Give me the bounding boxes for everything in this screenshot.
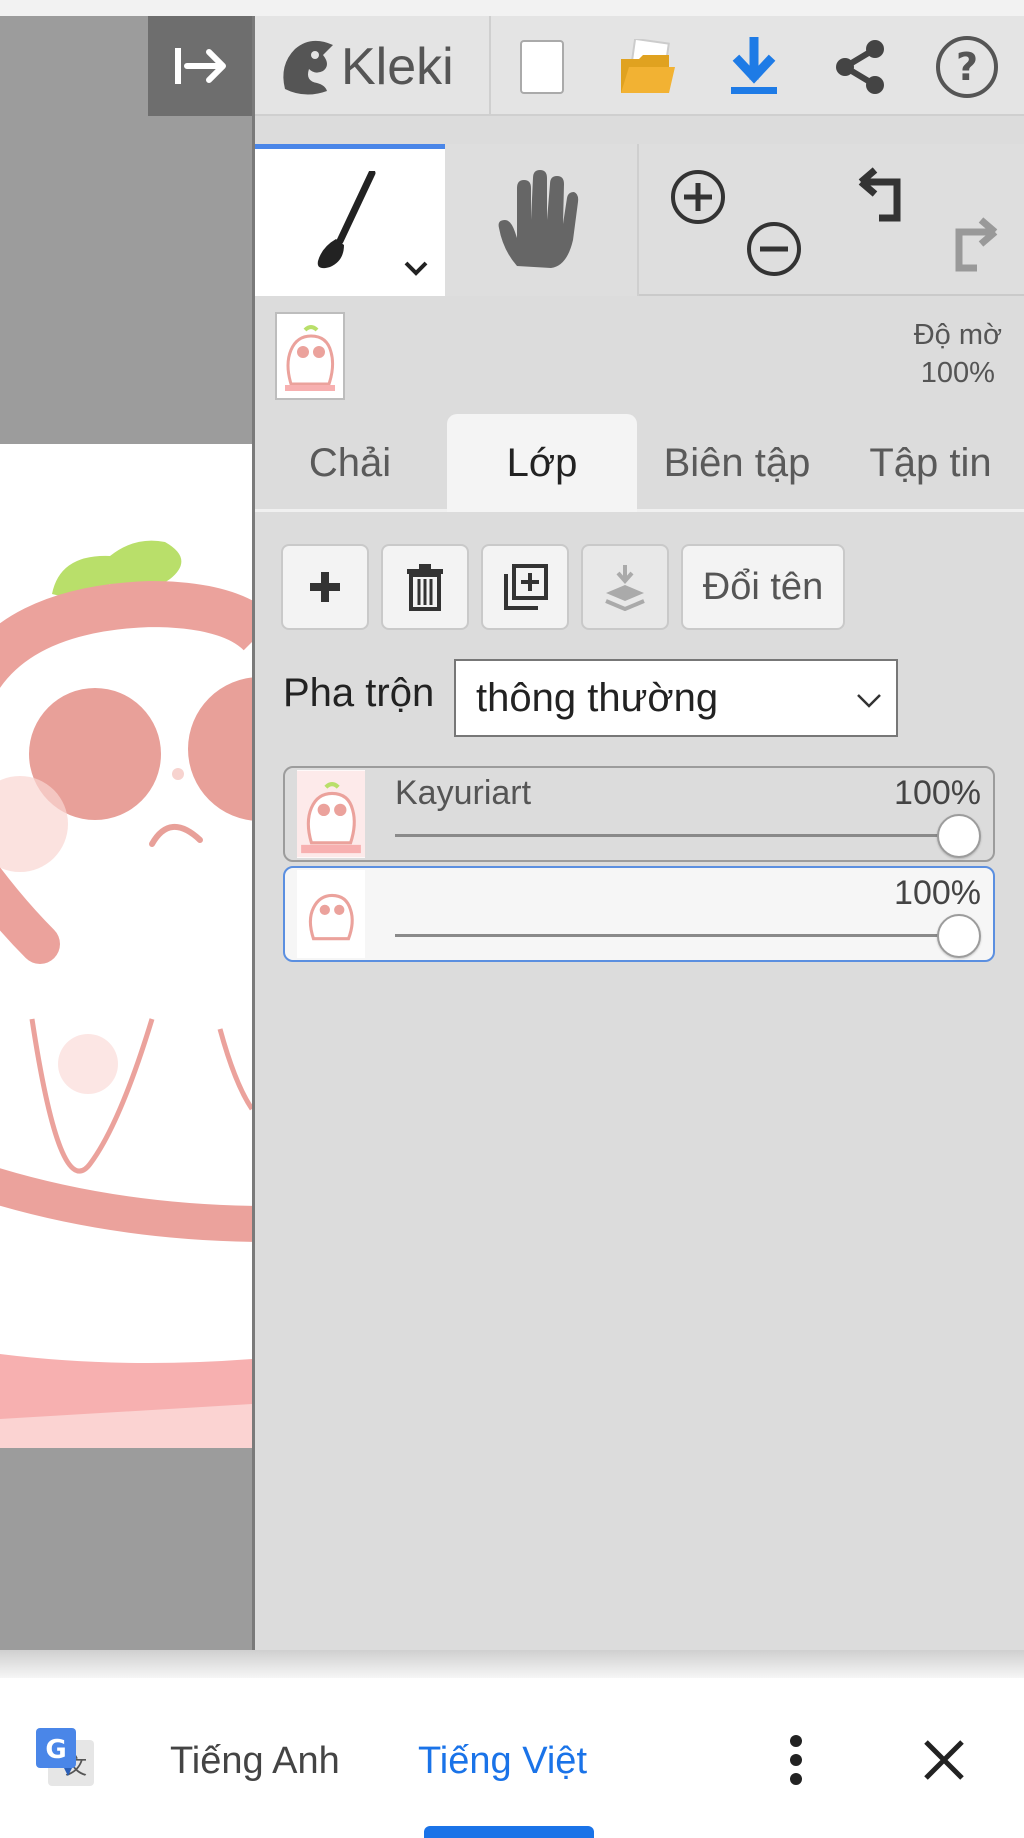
zoom-out-icon[interactable] xyxy=(745,220,803,278)
trash-icon xyxy=(407,564,443,611)
layer-preview-image xyxy=(308,893,354,941)
layer-name: Kayuriart xyxy=(395,774,532,812)
download-icon xyxy=(731,37,777,94)
delete-layer-button[interactable] xyxy=(381,544,469,630)
collapse-panel-button[interactable] xyxy=(148,16,254,116)
opacity-label: Độ mờ xyxy=(913,319,1002,351)
layer-preview-image xyxy=(285,325,335,391)
drawing-canvas[interactable] xyxy=(0,444,252,1448)
new-file-icon xyxy=(520,40,564,94)
rename-label: Đổi tên xyxy=(702,565,824,608)
zoom-controls xyxy=(641,144,831,296)
brush-icon xyxy=(317,171,376,269)
layer-opacity-value: 100% xyxy=(894,874,981,912)
source-language-tab[interactable]: Tiếng Anh xyxy=(170,1740,340,1783)
layer-thumbnail xyxy=(297,870,365,958)
collapse-panel-icon xyxy=(175,48,226,84)
duplicate-layer-button[interactable] xyxy=(481,544,569,630)
kleki-logo[interactable]: Kleki xyxy=(275,32,454,102)
help-icon: ? xyxy=(936,36,998,98)
slider-knob[interactable] xyxy=(937,914,981,958)
layer-opacity-value: 100% xyxy=(894,774,981,812)
tool-row xyxy=(255,144,1024,296)
layer-opacity-slider[interactable] xyxy=(395,934,953,937)
share-icon xyxy=(836,40,884,94)
more-options-icon[interactable] xyxy=(784,1734,808,1786)
current-layer-thumbnail xyxy=(275,312,345,400)
tab-edit[interactable]: Biên tập xyxy=(637,414,837,512)
toolbar-divider xyxy=(489,16,491,116)
merge-down-icon xyxy=(605,565,645,611)
layer-opacity-display: Độ mờ 100% xyxy=(914,316,1002,392)
plus-icon xyxy=(310,572,340,602)
open-folder-icon xyxy=(621,39,675,93)
help-button[interactable]: ? xyxy=(934,34,1000,100)
download-button[interactable] xyxy=(721,34,787,100)
panel-tabs: Chải Lớp Biên tập Tập tin xyxy=(255,414,1024,512)
blend-mode-select[interactable]: thông thường xyxy=(454,659,898,737)
merge-down-button[interactable] xyxy=(581,544,669,630)
chevron-down-icon xyxy=(857,694,881,708)
svg-text:G: G xyxy=(45,1735,66,1765)
new-file-button[interactable] xyxy=(509,34,575,100)
add-layer-button[interactable] xyxy=(281,544,369,630)
drawing-artwork xyxy=(0,540,252,1448)
layer-thumbnail xyxy=(297,770,365,858)
zoom-in-icon[interactable] xyxy=(669,168,727,226)
active-language-indicator xyxy=(424,1826,594,1838)
rename-layer-button[interactable]: Đổi tên xyxy=(681,544,845,630)
duplicate-icon xyxy=(504,564,548,610)
tab-layers[interactable]: Lớp xyxy=(447,414,637,512)
tab-brush[interactable]: Chải xyxy=(255,414,445,512)
opacity-value: 100% xyxy=(920,357,995,389)
hand-icon xyxy=(498,170,579,268)
layer-preview-image xyxy=(297,770,365,858)
chevron-down-icon[interactable] xyxy=(403,259,429,277)
google-translate-icon[interactable]: 文 G xyxy=(34,1726,98,1790)
brand-toolbar: Kleki ? xyxy=(255,16,1024,116)
redo-icon[interactable] xyxy=(943,216,1003,276)
side-panel: Kleki ? Độ mờ 100% Chải Lớp Biên tập Tập… xyxy=(255,16,1024,1650)
logo-text: Kleki xyxy=(341,38,454,96)
share-button[interactable] xyxy=(827,34,893,100)
target-language-tab[interactable]: Tiếng Việt xyxy=(418,1740,587,1783)
layer-item-selected[interactable]: 100% xyxy=(283,866,995,962)
blend-mode-label: Pha trộn xyxy=(283,671,435,715)
translate-bar: 文 G Tiếng Anh Tiếng Việt xyxy=(0,1678,1024,1838)
kleki-logo-icon xyxy=(283,40,333,95)
hand-tool-button[interactable] xyxy=(445,144,639,296)
layer-item[interactable]: Kayuriart 100% xyxy=(283,766,995,862)
svg-text:?: ? xyxy=(956,45,978,89)
undo-icon[interactable] xyxy=(853,166,913,226)
tab-file[interactable]: Tập tin xyxy=(837,414,1024,512)
close-icon[interactable] xyxy=(920,1736,968,1784)
brush-tool-button[interactable] xyxy=(255,144,445,296)
app-root: Kleki ? Độ mờ 100% Chải Lớp Biên tập Tập… xyxy=(0,0,1024,1838)
blend-mode-value: thông thường xyxy=(476,675,719,720)
history-controls xyxy=(831,144,1024,296)
canvas-area[interactable] xyxy=(0,16,254,1650)
slider-knob[interactable] xyxy=(937,814,981,858)
layer-opacity-slider[interactable] xyxy=(395,834,953,837)
open-file-button[interactable] xyxy=(615,34,681,100)
status-strip xyxy=(0,0,1024,16)
translate-bar-shadow xyxy=(0,1650,1024,1678)
